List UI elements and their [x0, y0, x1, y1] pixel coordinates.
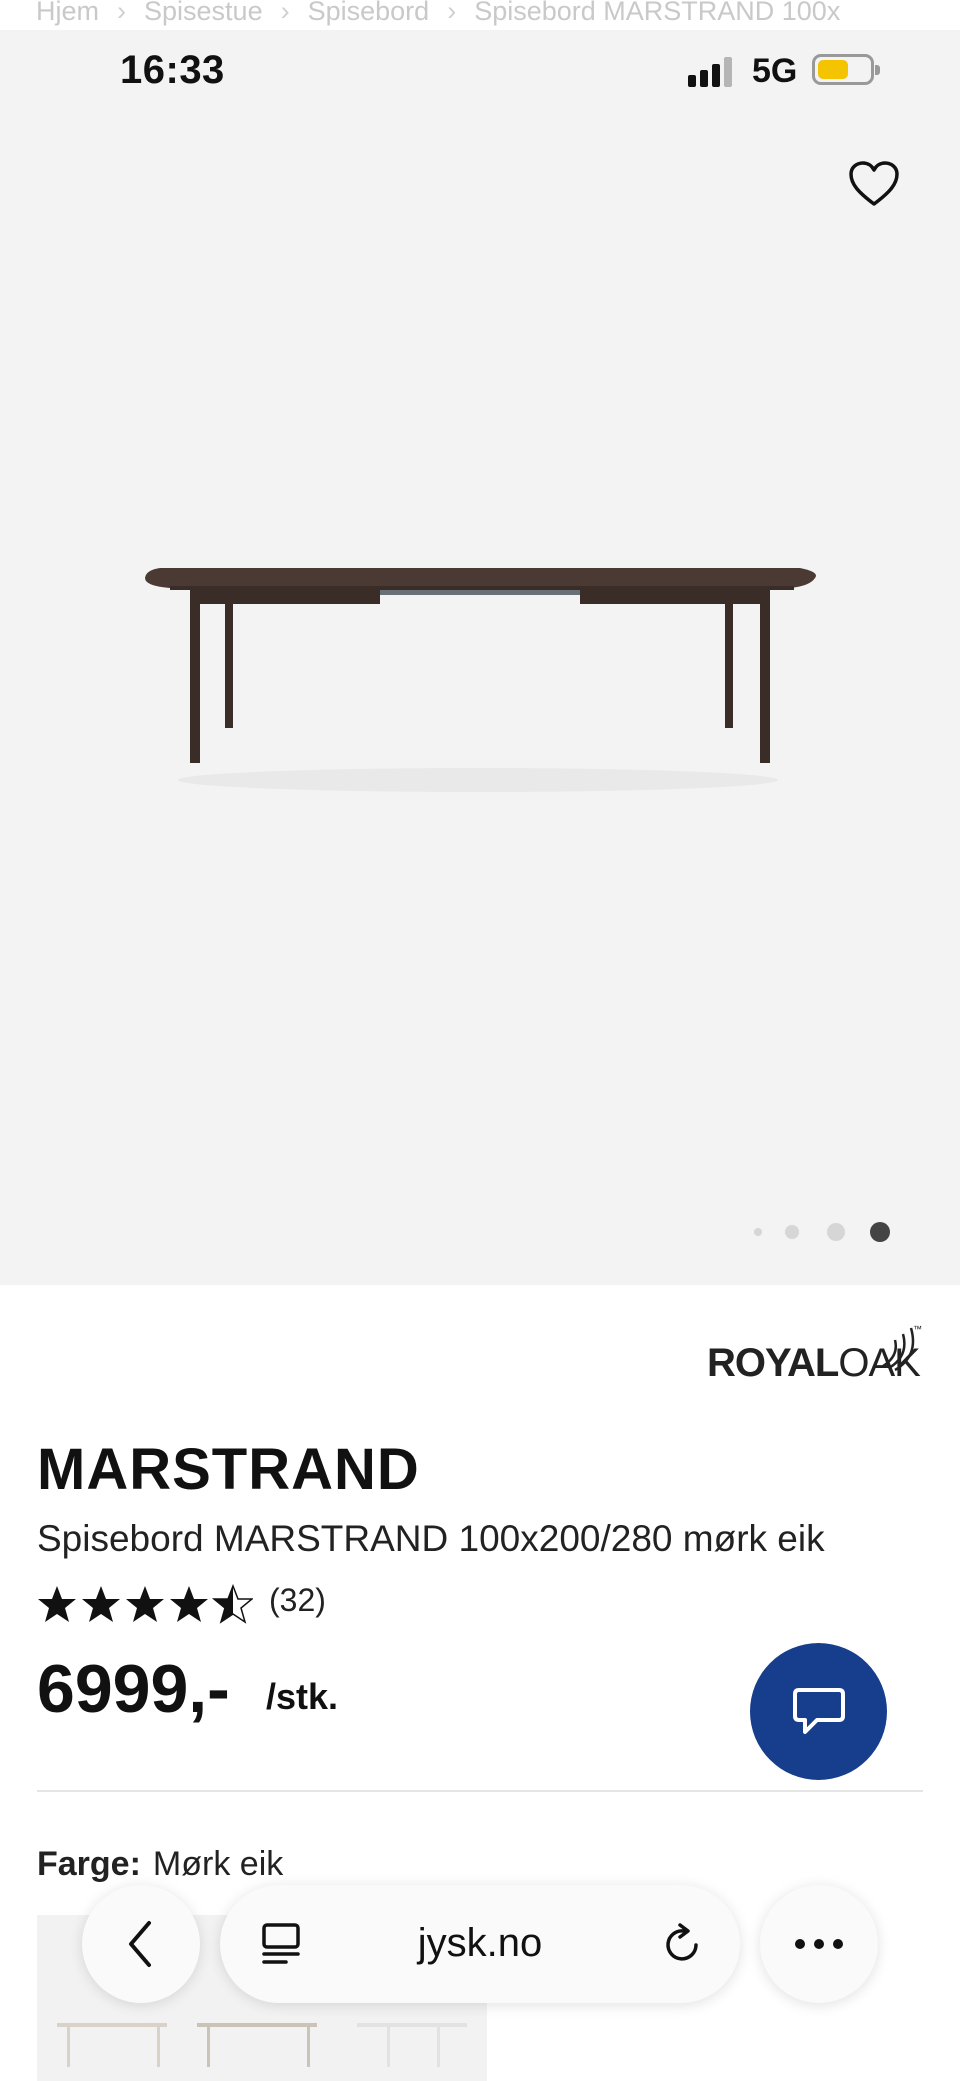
breadcrumb-item[interactable]: Spisestue [144, 0, 263, 25]
product-rating[interactable]: (32) [37, 1582, 437, 1628]
back-button[interactable] [82, 1885, 200, 2003]
gallery-pagination[interactable] [750, 1220, 900, 1244]
star-icon [38, 1586, 76, 1622]
product-title: MARSTRAND [37, 1437, 420, 1502]
breadcrumb: Hjem › Spisestue › Spisebord › Spisebord MARST… [36, 0, 936, 30]
reload-icon[interactable] [660, 1921, 706, 1967]
star-half-icon [213, 1585, 253, 1623]
product-price: 6999,- [37, 1651, 230, 1727]
brand-logo[interactable]: ROYALOAK ™ [705, 1322, 925, 1385]
rating-stars [38, 1585, 253, 1623]
chevron-right-icon: › [447, 0, 457, 26]
star-icon [170, 1586, 208, 1622]
gallery-dot[interactable] [870, 1222, 890, 1242]
breadcrumb-item[interactable]: Hjem [36, 0, 99, 25]
product-image [145, 568, 816, 792]
network-type: 5G [752, 52, 798, 90]
product-gallery[interactable] [0, 30, 960, 1285]
breadcrumb-item[interactable]: Spisebord [308, 0, 430, 25]
rating-count[interactable]: (32) [269, 1582, 326, 1619]
battery-icon [812, 54, 880, 85]
product-description: Spisebord MARSTRAND 100x200/280 mørk eik [37, 1518, 825, 1559]
star-icon [82, 1586, 120, 1622]
chevron-right-icon: › [280, 0, 290, 26]
more-button[interactable] [760, 1885, 878, 2003]
address-bar[interactable]: jysk.no [220, 1885, 740, 2003]
cellular-signal-icon [688, 57, 736, 87]
star-icon [126, 1586, 164, 1622]
status-bar: 16:33 5G [0, 30, 960, 92]
gallery-dot[interactable] [754, 1228, 762, 1236]
chevron-right-icon: › [117, 0, 127, 26]
chat-bubble-icon [792, 1687, 845, 1734]
browser-toolbar: jysk.no [0, 1860, 960, 2020]
status-time: 16:33 [120, 48, 225, 92]
gallery-dot[interactable] [785, 1225, 799, 1239]
gallery-dot[interactable] [827, 1223, 845, 1241]
chevron-left-icon [129, 1921, 151, 1967]
more-horizontal-icon [795, 1939, 843, 1949]
heart-outline-icon[interactable] [848, 160, 900, 208]
divider [37, 1790, 923, 1792]
chat-button[interactable] [750, 1643, 887, 1780]
breadcrumb-item[interactable]: Spisebord MARSTRAND 100x [474, 0, 840, 25]
svg-text:™: ™ [913, 1324, 922, 1334]
price-unit: /stk. [266, 1676, 339, 1717]
battery-level [818, 60, 848, 79]
